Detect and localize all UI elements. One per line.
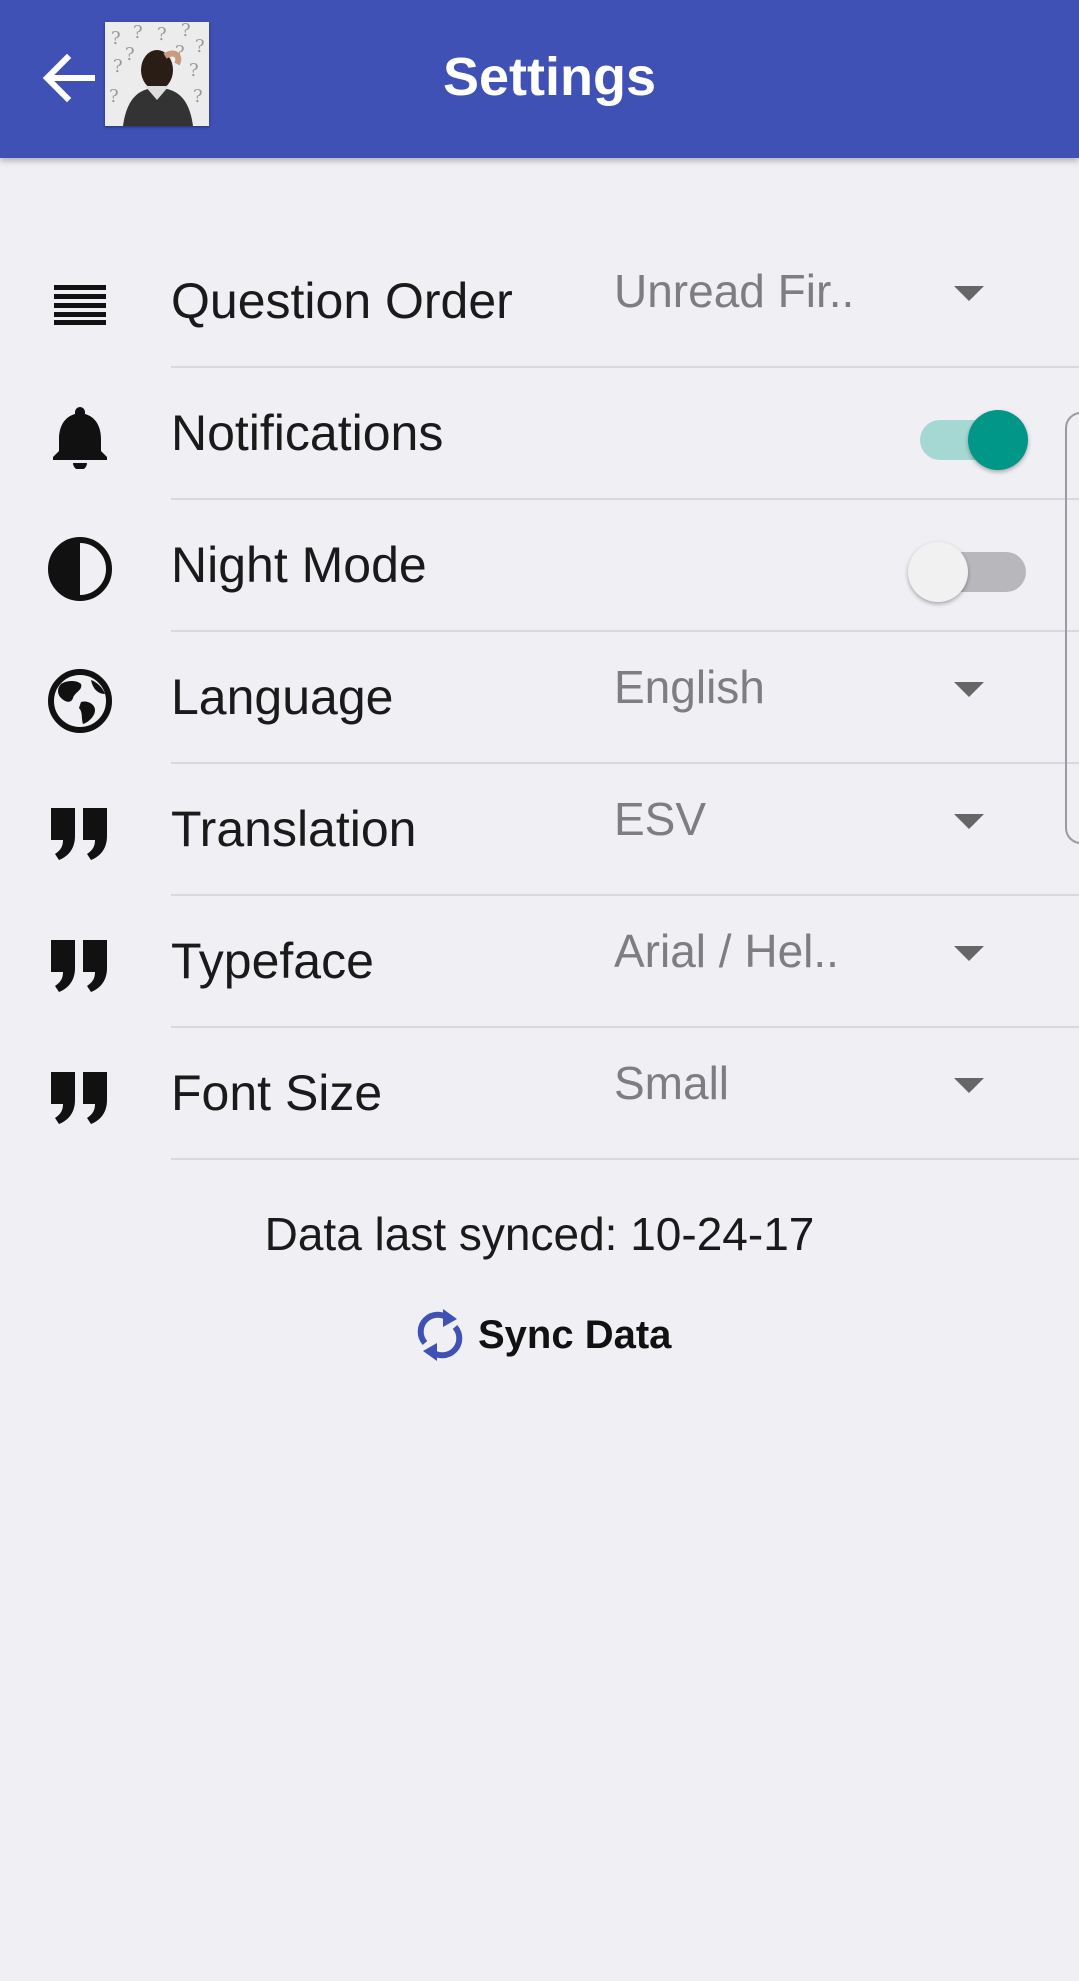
dropdown-caret-icon bbox=[954, 286, 984, 301]
night-mode-toggle[interactable] bbox=[908, 538, 1028, 602]
avatar[interactable]: ??? ??? ??? ?? bbox=[105, 22, 209, 126]
dropdown-value: English bbox=[614, 661, 765, 713]
divider bbox=[171, 1158, 1079, 1160]
dropdown-value: Unread Fir.. bbox=[614, 265, 854, 317]
setting-row-question-order[interactable]: Question Order Unread Fir.. bbox=[0, 236, 1079, 368]
dropdown-caret-icon bbox=[954, 814, 984, 829]
app-bar: ??? ??? ??? ?? Settings bbox=[0, 0, 1079, 158]
typeface-dropdown[interactable]: Arial / Hel.. bbox=[612, 918, 1012, 988]
svg-text:?: ? bbox=[109, 86, 119, 107]
toggle-thumb bbox=[968, 410, 1028, 470]
language-dropdown[interactable]: English bbox=[612, 654, 1012, 724]
svg-text:?: ? bbox=[193, 86, 203, 107]
dropdown-value: Small bbox=[614, 1057, 730, 1109]
setting-label: Typeface bbox=[171, 933, 374, 989]
quote-icon bbox=[44, 1061, 116, 1133]
dropdown-caret-icon bbox=[954, 682, 984, 697]
dropdown-value: ESV bbox=[614, 793, 707, 845]
svg-text:?: ? bbox=[113, 56, 123, 77]
dropdown-caret-icon bbox=[954, 946, 984, 961]
setting-row-translation[interactable]: Translation ESV bbox=[0, 764, 1079, 896]
sync-data-label: Sync Data bbox=[478, 1312, 672, 1357]
svg-text:?: ? bbox=[125, 44, 135, 65]
back-button[interactable] bbox=[36, 44, 100, 112]
quote-icon bbox=[44, 929, 116, 1001]
setting-label: Notifications bbox=[171, 405, 444, 461]
translation-dropdown[interactable]: ESV bbox=[612, 786, 1012, 856]
quote-icon bbox=[44, 797, 116, 869]
dropdown-caret-icon bbox=[954, 1078, 984, 1093]
bell-icon bbox=[44, 401, 116, 473]
font-size-dropdown[interactable]: Small bbox=[612, 1050, 1012, 1120]
list-lines-icon bbox=[44, 269, 116, 341]
setting-row-font-size[interactable]: Font Size Small bbox=[0, 1028, 1079, 1160]
notifications-toggle[interactable] bbox=[908, 406, 1028, 470]
sync-icon bbox=[410, 1304, 470, 1366]
setting-label: Translation bbox=[171, 801, 417, 857]
setting-label: Language bbox=[171, 669, 394, 725]
setting-label: Night Mode bbox=[171, 537, 427, 593]
settings-list: Question Order Unread Fir.. Notification… bbox=[0, 236, 1079, 1160]
svg-text:?: ? bbox=[111, 28, 121, 49]
setting-row-night-mode: Night Mode bbox=[0, 500, 1079, 632]
svg-text:?: ? bbox=[181, 22, 191, 41]
setting-row-notifications: Notifications bbox=[0, 368, 1079, 500]
globe-icon bbox=[44, 665, 116, 737]
svg-text:?: ? bbox=[189, 60, 199, 81]
dropdown-value: Arial / Hel.. bbox=[614, 925, 839, 977]
back-arrow-icon bbox=[42, 53, 95, 103]
setting-label: Font Size bbox=[171, 1065, 383, 1121]
svg-text:?: ? bbox=[133, 22, 143, 43]
setting-row-language[interactable]: Language English bbox=[0, 632, 1079, 764]
toggle-thumb bbox=[908, 542, 968, 602]
svg-text:?: ? bbox=[195, 36, 205, 57]
sync-data-button[interactable]: Sync Data bbox=[410, 1300, 671, 1370]
svg-text:?: ? bbox=[157, 24, 167, 45]
setting-row-typeface[interactable]: Typeface Arial / Hel.. bbox=[0, 896, 1079, 1028]
half-circle-contrast-icon bbox=[44, 533, 116, 605]
question-order-dropdown[interactable]: Unread Fir.. bbox=[612, 258, 1012, 328]
sync-status-text: Data last synced: 10-24-17 bbox=[264, 1208, 815, 1260]
edge-panel-handle[interactable] bbox=[1065, 412, 1079, 844]
setting-label: Question Order bbox=[171, 273, 513, 329]
